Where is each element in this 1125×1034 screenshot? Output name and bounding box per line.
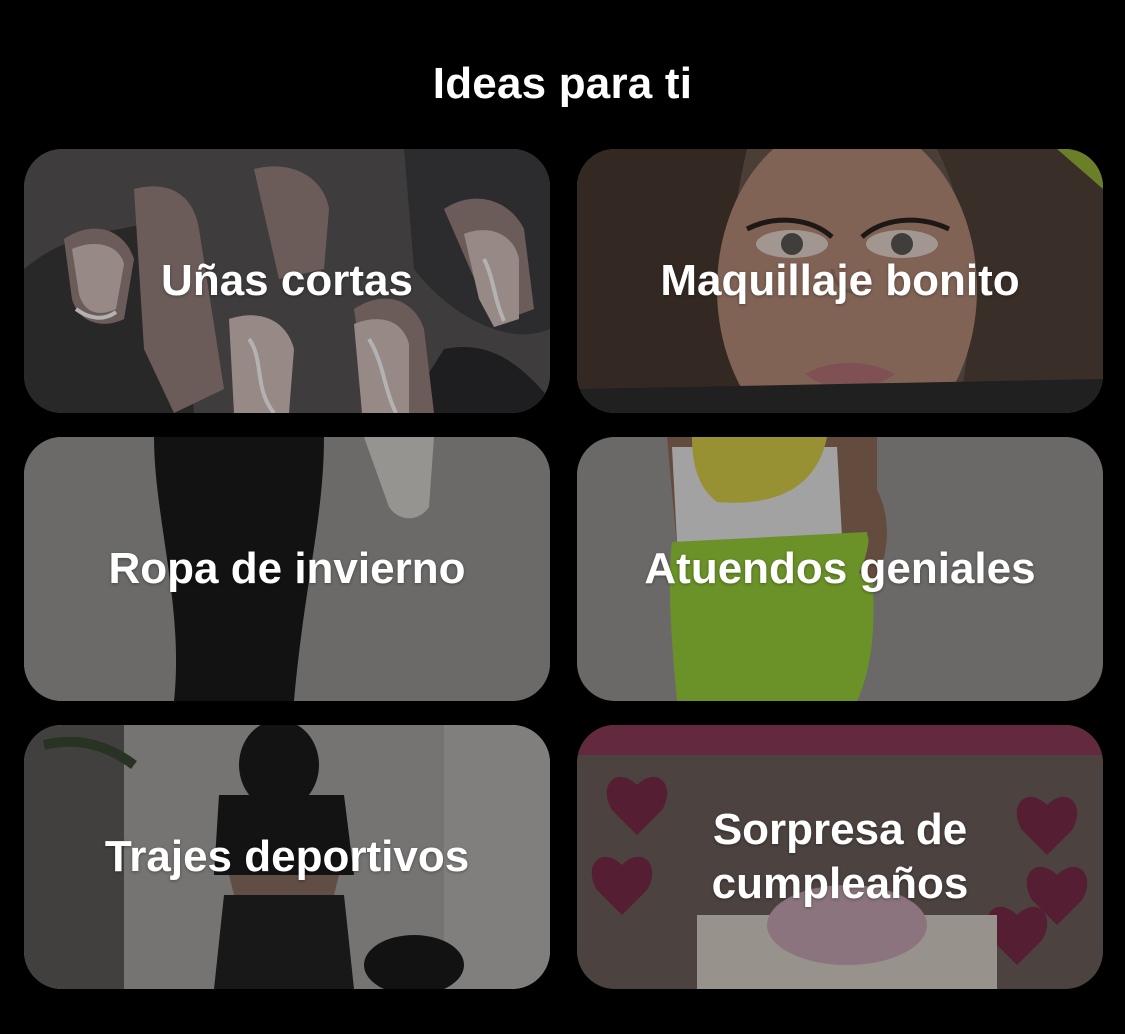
idea-card-sorpresa-de-cumpleanos[interactable]: Sorpresa de cumpleaños [577, 725, 1103, 989]
label-line: Uñas cortas [161, 256, 413, 305]
label-line: Atuendos geniales [644, 544, 1036, 593]
label-line: Ropa de invierno [108, 544, 466, 593]
idea-card-label: Maquillaje bonito [601, 254, 1079, 308]
idea-card-maquillaje-bonito[interactable]: Maquillaje bonito [577, 149, 1103, 413]
label-line: Maquillaje bonito [660, 256, 1020, 305]
label-line: Trajes deportivos [104, 832, 470, 881]
label-line: Sorpresa de [712, 805, 968, 854]
idea-card-atuendos-geniales[interactable]: Atuendos geniales [577, 437, 1103, 701]
idea-card-label: Ropa de invierno [48, 542, 526, 596]
idea-card-label: Trajes deportivos [48, 830, 526, 884]
idea-card-trajes-deportivos[interactable]: Trajes deportivos [24, 725, 550, 989]
idea-card-label: Uñas cortas [48, 254, 526, 308]
idea-card-unas-cortas[interactable]: Uñas cortas [24, 149, 550, 413]
idea-card-label: Atuendos geniales [601, 542, 1079, 596]
idea-card-ropa-de-invierno[interactable]: Ropa de invierno [24, 437, 550, 701]
section-title: Ideas para ti [432, 59, 693, 108]
label-line: cumpleaños [711, 859, 969, 908]
idea-card-label: Sorpresa de cumpleaños [601, 803, 1079, 911]
